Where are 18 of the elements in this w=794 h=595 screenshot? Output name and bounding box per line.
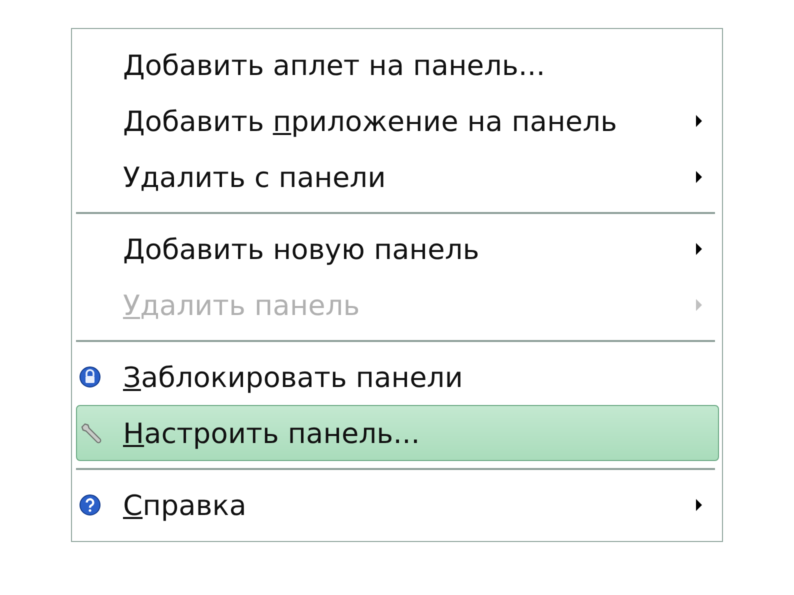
- menu-item[interactable]: Справка: [76, 477, 719, 533]
- help-icon: [79, 494, 101, 516]
- menu-item-label: Удалить панель: [123, 288, 361, 322]
- menu-item[interactable]: Настроить панель...: [76, 405, 719, 461]
- menu-item-label: Удалить с панели: [123, 160, 387, 194]
- menu-item-label: Заблокировать панели: [123, 360, 464, 394]
- menu-item[interactable]: Удалить с панели: [76, 149, 719, 205]
- menu-item-label: Добавить приложение на панель: [123, 104, 618, 138]
- menu-item[interactable]: Заблокировать панели: [76, 349, 719, 405]
- wrench-icon: [79, 421, 103, 445]
- menu-item[interactable]: Добавить аплет на панель...: [76, 37, 719, 93]
- menu-item[interactable]: Добавить приложение на панель: [76, 93, 719, 149]
- menu-item-label: Добавить аплет на панель...: [123, 48, 546, 82]
- menu-item[interactable]: Добавить новую панель: [76, 221, 719, 277]
- menu-item-label: Справка: [123, 488, 248, 522]
- lock-icon: [79, 366, 101, 388]
- menu-item-label: Добавить новую панель: [123, 232, 480, 266]
- menu-item-label: Настроить панель...: [123, 416, 421, 450]
